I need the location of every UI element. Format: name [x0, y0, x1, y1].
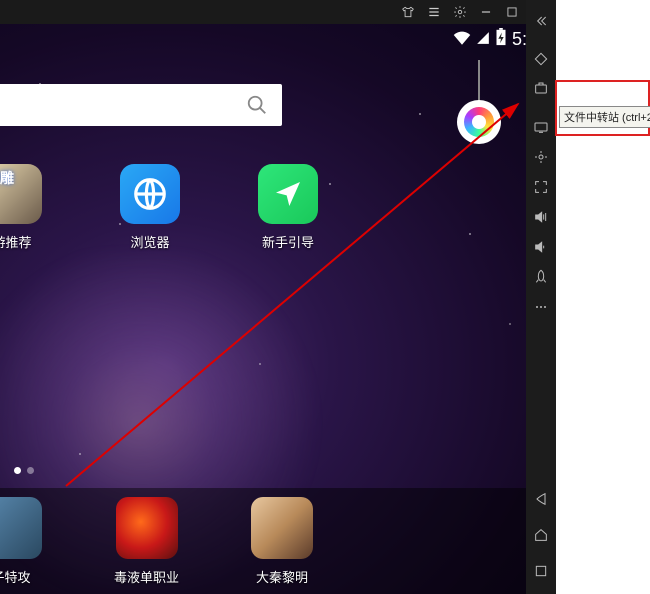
dock-app-3[interactable]: 大秦黎明: [251, 497, 313, 586]
maximize-icon[interactable]: [505, 5, 519, 19]
tshirt-icon[interactable]: [401, 5, 415, 19]
callout-box: 文件中转站 (ctrl+2): [555, 80, 650, 136]
app-label: 浏览器: [130, 232, 169, 251]
page-dot-active: [14, 467, 21, 474]
floating-ball[interactable]: [457, 100, 501, 144]
menu-icon[interactable]: [427, 5, 441, 19]
dock-icon-2: [116, 497, 178, 559]
boost-icon[interactable]: [526, 262, 556, 292]
collapse-icon[interactable]: [526, 6, 556, 36]
page-dot: [27, 467, 34, 474]
dock-app-2[interactable]: 毒液单职业: [114, 497, 179, 586]
back-icon[interactable]: [526, 484, 556, 514]
app-browser[interactable]: 浏览器: [120, 164, 180, 251]
recents-icon[interactable]: [526, 556, 556, 586]
app-label: 子特攻: [0, 567, 31, 586]
minimize-icon[interactable]: [479, 5, 493, 19]
floating-ball-icon: [464, 107, 494, 137]
battery-charging-icon: [495, 28, 507, 51]
more-icon[interactable]: [526, 292, 556, 322]
app-recommend[interactable]: 游推荐: [0, 164, 42, 251]
volume-up-icon[interactable]: [526, 202, 556, 232]
app-recommend-icon: [0, 164, 42, 224]
dock: 子特攻 毒液单职业 大秦黎明: [0, 488, 555, 594]
screenshot-icon[interactable]: [526, 74, 556, 104]
search-icon: [246, 94, 268, 116]
fullscreen-icon[interactable]: [526, 172, 556, 202]
app-label: 游推荐: [0, 232, 32, 251]
emulator-window: 5:42 游推荐 浏览器 新手引导: [0, 0, 555, 594]
app-label: 新手引导: [262, 232, 314, 251]
page-indicator: [14, 467, 34, 474]
volume-down-icon[interactable]: [526, 232, 556, 262]
file-transfer-icon[interactable]: [526, 112, 556, 142]
app-label: 毒液单职业: [114, 567, 179, 586]
dock-icon-1: [0, 497, 42, 559]
search-box[interactable]: [0, 84, 282, 126]
emulator-sidebar: [526, 0, 556, 594]
tooltip: 文件中转站 (ctrl+2): [559, 106, 650, 128]
signal-icon: [476, 29, 490, 50]
guide-icon: [258, 164, 318, 224]
dock-app-1[interactable]: 子特攻: [0, 497, 42, 586]
rotate-icon[interactable]: [526, 44, 556, 74]
browser-icon: [120, 164, 180, 224]
android-screen: 5:42 游推荐 浏览器 新手引导: [0, 24, 555, 594]
app-guide[interactable]: 新手引导: [258, 164, 318, 251]
home-icon[interactable]: [526, 520, 556, 550]
app-row: 游推荐 浏览器 新手引导: [0, 164, 318, 251]
wifi-icon: [453, 29, 471, 50]
dock-icon-3: [251, 497, 313, 559]
settings-icon[interactable]: [453, 5, 467, 19]
location-icon[interactable]: [526, 142, 556, 172]
app-label: 大秦黎明: [256, 567, 308, 586]
floating-ball-tether: [478, 60, 480, 104]
search-input[interactable]: [0, 97, 246, 113]
window-titlebar: [0, 0, 555, 24]
